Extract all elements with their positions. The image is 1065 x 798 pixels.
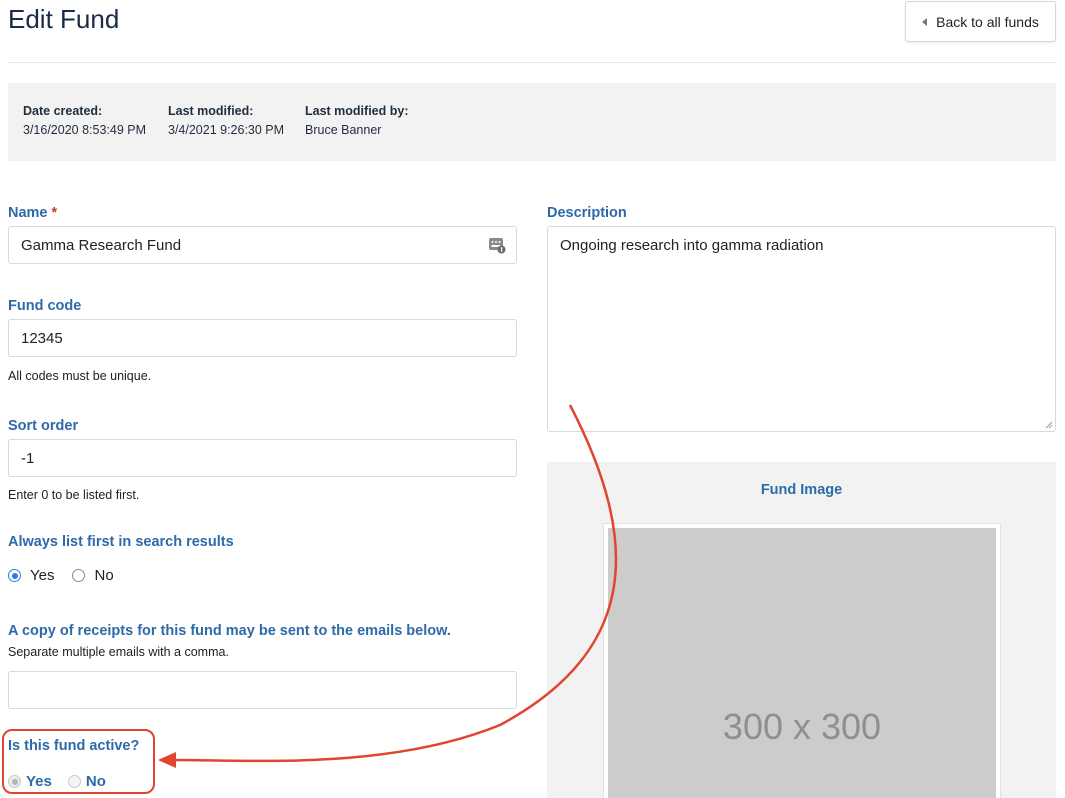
date-created-label: Date created:: [23, 104, 103, 118]
receipts-emails-help: Separate multiple emails with a comma.: [8, 645, 229, 659]
header-divider: [8, 62, 1056, 63]
date-created: Date created: 3/16/2020 8:53:49 PM: [23, 104, 146, 137]
fund-code-input[interactable]: 12345: [8, 319, 517, 357]
annotation-highlight-box: [2, 729, 155, 794]
last-modified: Last modified: 3/4/2021 9:26:30 PM: [168, 104, 284, 137]
resize-grip-icon[interactable]: [1045, 421, 1053, 429]
sort-order-label: Sort order: [8, 418, 79, 434]
page-title: Edit Fund: [8, 4, 120, 34]
description-label: Description: [547, 205, 627, 221]
last-modified-value: 3/4/2021 9:26:30 PM: [168, 123, 285, 137]
name-label-text: Name: [8, 205, 48, 221]
last-modified-by-label: Last modified by:: [305, 104, 409, 118]
password-manager-icon[interactable]: [488, 236, 506, 254]
fund-image-placeholder: 300 x 300: [608, 528, 996, 798]
always-first-no-label: No: [94, 567, 114, 584]
fund-image-label: Fund Image: [760, 482, 843, 498]
fund-code-label: Fund code: [8, 298, 82, 314]
fund-code-value: 12345: [21, 329, 63, 347]
always-first-yes-radio[interactable]: [8, 569, 21, 582]
back-button-label: Back to all funds: [936, 13, 1039, 30]
audit-info-panel: Date created: 3/16/2020 8:53:49 PM Last …: [8, 83, 1056, 161]
required-mark: *: [51, 205, 58, 221]
name-label: Name *: [8, 205, 57, 221]
always-first-yes-label: Yes: [30, 567, 55, 584]
always-first-no-radio[interactable]: [72, 569, 86, 582]
always-first-radio-group: Yes No: [8, 567, 132, 584]
always-first-no-option[interactable]: No: [72, 567, 114, 584]
last-modified-label: Last modified:: [168, 104, 254, 118]
always-first-yes-option[interactable]: Yes: [8, 567, 54, 584]
name-input-value: Gamma Research Fund: [21, 236, 182, 254]
name-input[interactable]: Gamma Research Fund: [8, 226, 517, 264]
sort-order-value: -1: [21, 449, 35, 467]
sort-order-input[interactable]: -1: [8, 439, 517, 477]
always-first-label: Always list first in search results: [8, 534, 234, 550]
back-to-all-funds-button[interactable]: Back to all funds: [905, 1, 1056, 42]
fund-image-frame[interactable]: 300 x 300: [603, 523, 1001, 798]
last-modified-by: Last modified by: Bruce Banner: [305, 104, 408, 137]
receipts-emails-input[interactable]: [8, 671, 517, 709]
last-modified-by-value: Bruce Banner: [305, 123, 382, 137]
description-textarea[interactable]: Ongoing research into gamma radiation: [547, 226, 1056, 432]
fund-code-help: All codes must be unique.: [8, 369, 152, 383]
date-created-value: 3/16/2020 8:53:49 PM: [23, 123, 147, 137]
fund-image-panel: Fund Image 300 x 300: [547, 462, 1056, 798]
caret-left-icon: [922, 17, 928, 26]
description-value: Ongoing research into gamma radiation: [560, 237, 824, 254]
sort-order-help: Enter 0 to be listed first.: [8, 488, 140, 502]
fund-image-placeholder-text: 300 x 300: [722, 706, 882, 747]
receipts-emails-label: A copy of receipts for this fund may be …: [8, 623, 451, 639]
